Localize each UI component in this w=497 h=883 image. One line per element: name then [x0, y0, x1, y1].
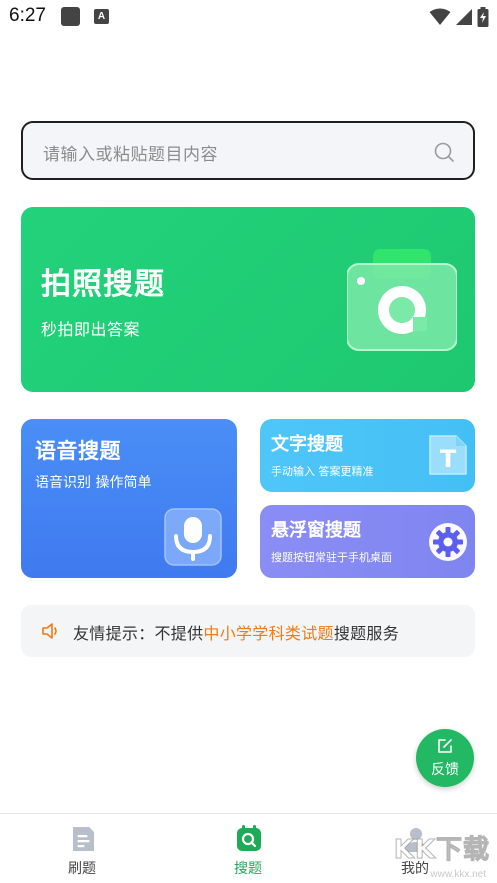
floating-window-subtitle: 搜题按钮常驻于手机桌面: [271, 551, 392, 564]
voice-search-card[interactable]: 语音搜题 语音识别 操作简单: [21, 419, 237, 578]
search-tab-icon: [237, 825, 261, 851]
search-icon[interactable]: [433, 141, 455, 163]
notification-square-icon: [61, 7, 80, 26]
tab-practice[interactable]: 刷题: [22, 814, 142, 883]
gear-icon: [429, 523, 467, 561]
text-search-subtitle: 手动输入 答案更精准: [271, 465, 374, 478]
text-search-title: 文字搜题: [271, 434, 343, 455]
document-icon: [73, 827, 94, 851]
status-indicators: [429, 6, 489, 28]
search-input[interactable]: 请输入或粘贴题目内容: [21, 121, 475, 180]
notification-a-icon: A: [94, 9, 109, 24]
status-time: 6:27: [9, 5, 46, 26]
tab-search[interactable]: 搜题: [188, 814, 308, 883]
wifi-icon: [429, 8, 451, 25]
feedback-button[interactable]: 反馈: [416, 729, 474, 787]
tab-search-label: 搜题: [234, 861, 262, 877]
watermark: KK下载 www.kkx.net: [364, 829, 494, 881]
microphone-icon: [164, 508, 222, 566]
floating-window-title: 悬浮窗搜题: [271, 520, 361, 541]
text-t-letter: T: [440, 445, 457, 473]
watermark-text: KK下载: [393, 835, 490, 866]
tab-practice-label: 刷题: [68, 861, 96, 877]
notice-banner: 友情提示：不提供中小学学科类试题搜题服务: [21, 605, 475, 657]
watermark-url: www.kkx.net: [430, 869, 486, 880]
notice-prefix: 友情提示：不提供: [73, 624, 204, 643]
text-t-icon: T: [429, 435, 467, 475]
floating-window-search-card[interactable]: 悬浮窗搜题 搜题按钮常驻于手机桌面: [260, 505, 475, 578]
text-search-card[interactable]: 文字搜题 手动输入 答案更精准 T: [260, 419, 475, 492]
photo-search-subtitle: 秒拍即出答案: [41, 320, 141, 339]
notice-suffix: 搜题服务: [333, 624, 400, 643]
feedback-label: 反馈: [431, 762, 459, 778]
camera-icon: [347, 249, 457, 351]
speaker-icon: [42, 623, 57, 639]
voice-search-title: 语音搜题: [35, 439, 121, 463]
notice-highlight: 中小学学科类试题: [203, 624, 334, 643]
photo-search-title: 拍照搜题: [41, 267, 165, 302]
photo-search-card[interactable]: 拍照搜题 秒拍即出答案: [21, 207, 475, 392]
notice-text: 友情提示：不提供中小学学科类试题搜题服务: [73, 620, 399, 644]
battery-icon: [477, 7, 489, 27]
voice-search-subtitle: 语音识别 操作简单: [35, 475, 152, 491]
edit-icon: [438, 739, 452, 753]
search-placeholder: 请输入或粘贴题目内容: [43, 145, 218, 165]
status-bar: 6:27 A: [0, 0, 497, 34]
signal-icon: [456, 9, 472, 25]
